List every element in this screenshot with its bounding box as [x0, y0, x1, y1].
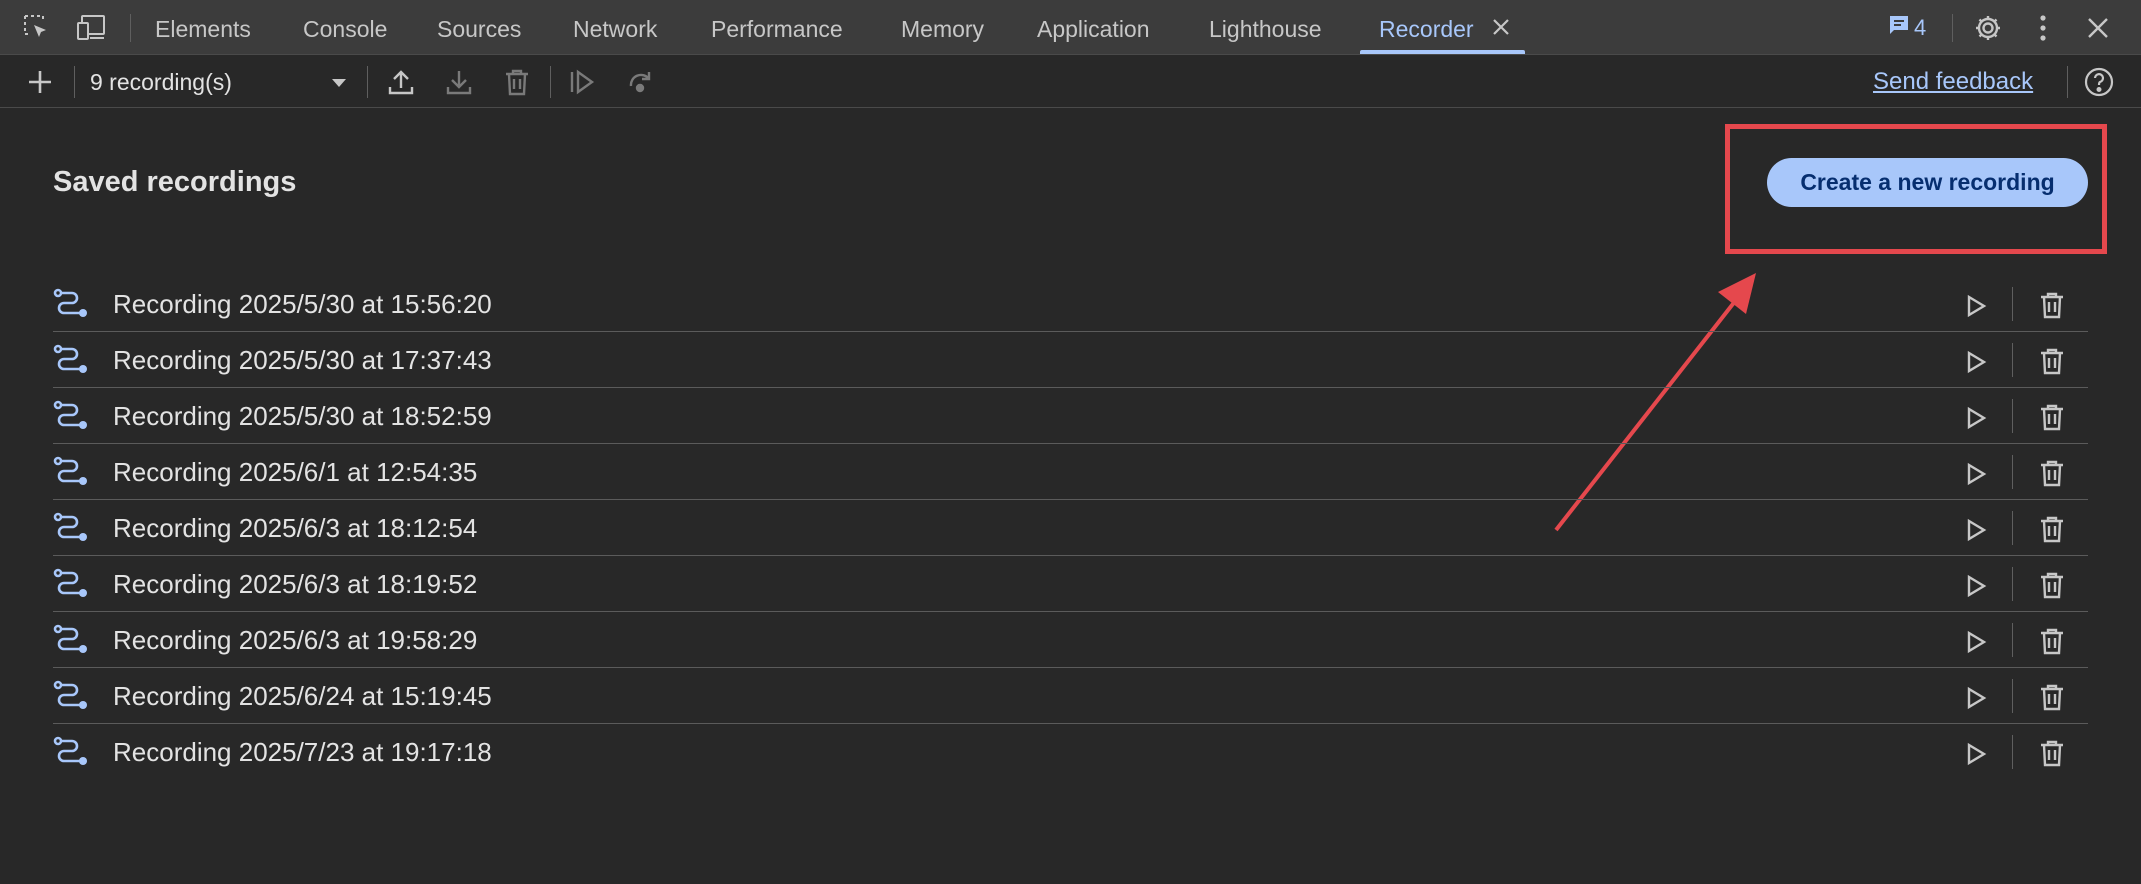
recording-flow-icon — [53, 511, 89, 547]
play-icon[interactable] — [1958, 344, 1994, 380]
tab-lighthouse[interactable]: Lighthouse — [1209, 0, 1322, 55]
recording-name: Recording 2025/6/24 at 15:19:45 — [113, 681, 492, 711]
trash-icon[interactable] — [2034, 287, 2070, 323]
list-item[interactable]: Recording 2025/6/1 at 12:54:35 — [53, 444, 2088, 500]
recording-name: Recording 2025/6/3 at 19:58:29 — [113, 625, 478, 655]
play-icon[interactable] — [1958, 680, 1994, 716]
recording-flow-icon — [53, 399, 89, 435]
close-devtools-icon[interactable] — [2080, 10, 2116, 46]
replay-icon — [564, 64, 600, 100]
recording-name: Recording 2025/6/1 at 12:54:35 — [113, 457, 478, 487]
divider — [2012, 679, 2013, 713]
trash-icon[interactable] — [2034, 735, 2070, 771]
trash-icon[interactable] — [2034, 567, 2070, 603]
device-toolbar-icon[interactable] — [74, 10, 110, 46]
trash-icon[interactable] — [2034, 623, 2070, 659]
recording-flow-icon — [53, 343, 89, 379]
trash-icon[interactable] — [2034, 399, 2070, 435]
divider — [2012, 399, 2013, 433]
list-item[interactable]: Recording 2025/5/30 at 17:37:43 — [53, 332, 2088, 388]
trash-icon[interactable] — [2034, 455, 2070, 491]
inspect-element-icon[interactable] — [19, 10, 55, 46]
play-icon[interactable] — [1958, 736, 1994, 772]
tab-recorder[interactable]: Recorder — [1379, 0, 1474, 55]
play-icon[interactable] — [1958, 456, 1994, 492]
recording-flow-icon — [53, 455, 89, 491]
divider — [1952, 14, 1953, 42]
recording-name: Recording 2025/5/30 at 17:37:43 — [113, 345, 492, 375]
trash-icon[interactable] — [2034, 679, 2070, 715]
recorder-toolbar: 9 recording(s) Send feedback — [0, 56, 2141, 108]
recording-flow-icon — [53, 735, 89, 771]
annotation-highlight-box — [1725, 124, 2107, 254]
divider — [2067, 66, 2068, 98]
play-icon[interactable] — [1958, 512, 1994, 548]
more-vertical-icon[interactable] — [2025, 10, 2061, 46]
play-icon[interactable] — [1958, 400, 1994, 436]
recordings-select-value: 9 recording(s) — [90, 68, 232, 95]
list-item[interactable]: Recording 2025/5/30 at 15:56:20 — [53, 276, 2088, 332]
divider — [2012, 511, 2013, 545]
recording-name: Recording 2025/5/30 at 18:52:59 — [113, 401, 492, 431]
list-item[interactable]: Recording 2025/6/3 at 18:12:54 — [53, 500, 2088, 556]
tab-application[interactable]: Application — [1037, 0, 1150, 55]
divider — [550, 66, 551, 98]
divider — [2012, 343, 2013, 377]
download-icon — [441, 64, 477, 100]
list-item[interactable]: Recording 2025/6/3 at 18:19:52 — [53, 556, 2088, 612]
recording-name: Recording 2025/6/3 at 18:12:54 — [113, 513, 478, 543]
tab-network[interactable]: Network — [573, 0, 657, 55]
play-icon[interactable] — [1958, 624, 1994, 660]
divider — [2012, 735, 2013, 769]
active-tab-indicator — [1360, 50, 1525, 54]
tab-console[interactable]: Console — [303, 0, 387, 55]
recording-flow-icon — [53, 287, 89, 323]
recording-name: Recording 2025/5/30 at 15:56:20 — [113, 289, 492, 319]
devtools-tab-bar: Elements Console Sources Network Perform… — [0, 0, 2141, 55]
trash-icon — [499, 64, 535, 100]
message-icon — [1888, 14, 1910, 42]
recording-name: Recording 2025/6/3 at 18:19:52 — [113, 569, 478, 599]
recording-name: Recording 2025/7/23 at 19:17:18 — [113, 737, 492, 767]
page-title: Saved recordings — [53, 166, 297, 198]
tab-sources[interactable]: Sources — [437, 0, 521, 55]
divider — [2012, 287, 2013, 321]
close-tab-icon[interactable] — [1490, 16, 1512, 38]
send-feedback-link[interactable]: Send feedback — [1873, 68, 2033, 96]
divider — [2012, 623, 2013, 657]
divider — [2012, 455, 2013, 489]
gear-icon[interactable] — [1970, 10, 2006, 46]
list-item[interactable]: Recording 2025/6/3 at 19:58:29 — [53, 612, 2088, 668]
recording-flow-icon — [53, 567, 89, 603]
play-icon[interactable] — [1958, 288, 1994, 324]
divider — [2012, 567, 2013, 601]
issues-count: 4 — [1914, 15, 1927, 40]
recordings-list: Recording 2025/5/30 at 15:56:20 Recordin… — [53, 276, 2088, 780]
list-item[interactable]: Recording 2025/7/23 at 19:17:18 — [53, 724, 2088, 780]
recordings-select[interactable]: 9 recording(s) — [90, 64, 360, 100]
divider — [74, 66, 75, 98]
trash-icon[interactable] — [2034, 511, 2070, 547]
play-icon[interactable] — [1958, 568, 1994, 604]
tab-elements[interactable]: Elements — [155, 0, 251, 55]
trash-icon[interactable] — [2034, 343, 2070, 379]
rerun-icon — [622, 64, 658, 100]
tab-performance[interactable]: Performance — [711, 0, 843, 55]
divider — [367, 66, 368, 98]
upload-icon[interactable] — [383, 64, 419, 100]
recording-flow-icon — [53, 679, 89, 715]
list-item[interactable]: Recording 2025/5/30 at 18:52:59 — [53, 388, 2088, 444]
divider — [130, 14, 131, 42]
list-item[interactable]: Recording 2025/6/24 at 15:19:45 — [53, 668, 2088, 724]
recording-flow-icon — [53, 623, 89, 659]
issues-badge[interactable]: 4 — [1888, 14, 1926, 42]
tab-memory[interactable]: Memory — [901, 0, 984, 55]
chevron-down-icon[interactable] — [332, 79, 346, 87]
help-icon[interactable] — [2081, 64, 2117, 100]
plus-icon[interactable] — [22, 64, 58, 100]
